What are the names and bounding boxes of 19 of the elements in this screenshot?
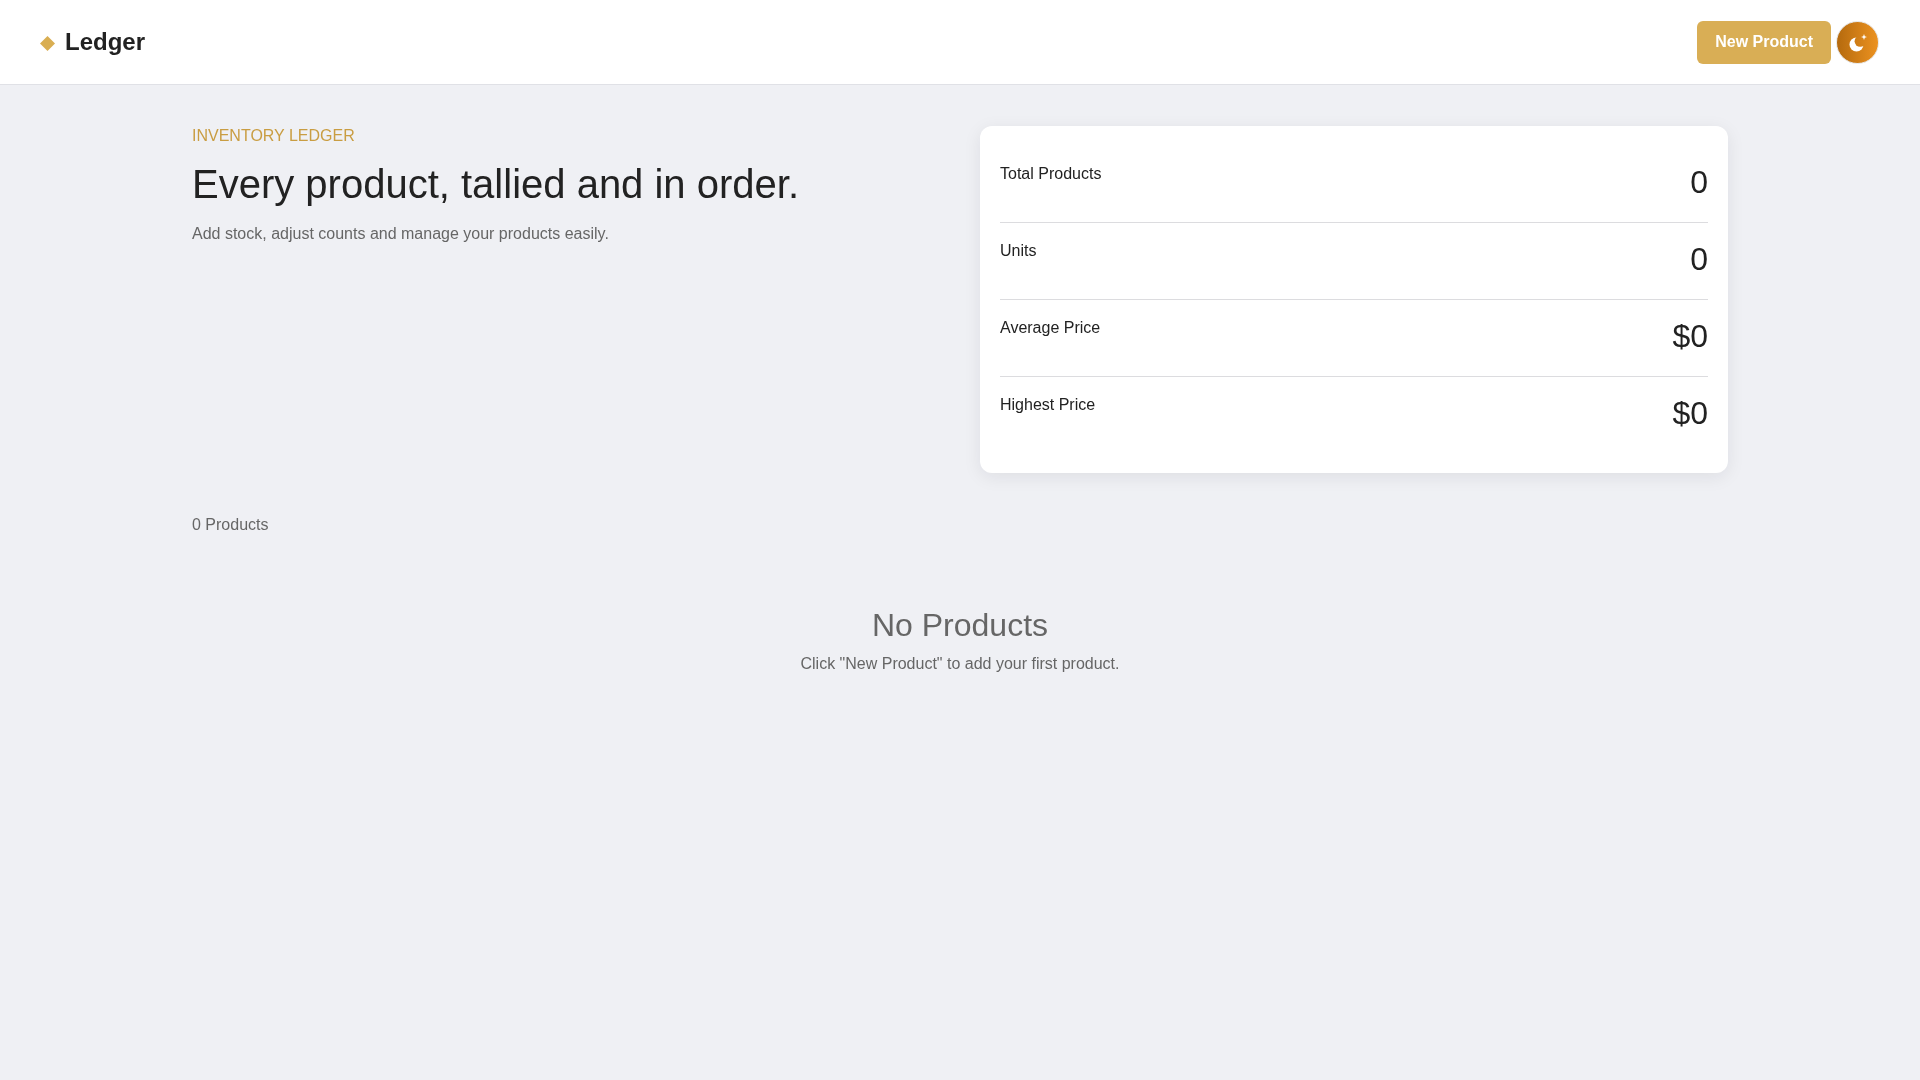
stat-label: Highest Price: [1000, 395, 1096, 415]
page-heading: Every product, tallied and in order.: [192, 161, 799, 209]
moon-icon: [1849, 33, 1867, 52]
brand-name: Ledger: [65, 27, 145, 57]
stat-label: Average Price: [1000, 318, 1101, 338]
stat-value: 0: [1690, 166, 1708, 198]
stat-value: 0: [1690, 243, 1708, 275]
page-description: Add stock, adjust counts and manage your products easily.: [192, 224, 609, 244]
new-product-button[interactable]: New Product: [1697, 20, 1831, 64]
empty-state-title: No Products: [871, 606, 1049, 645]
product-count: 0 Products: [192, 515, 269, 535]
stat-value: $0: [1672, 397, 1708, 429]
empty-state-message: Click "New Product" to add your first product.: [800, 653, 1120, 673]
stat-label: Units: [1000, 241, 1037, 261]
theme-toggle-button[interactable]: [1836, 20, 1879, 64]
stat-label: Total Products: [1000, 164, 1102, 184]
stat-value: $0: [1672, 320, 1708, 352]
diamond-icon: [40, 36, 55, 51]
eyebrow-label: INVENTORY LEDGER: [192, 126, 355, 146]
